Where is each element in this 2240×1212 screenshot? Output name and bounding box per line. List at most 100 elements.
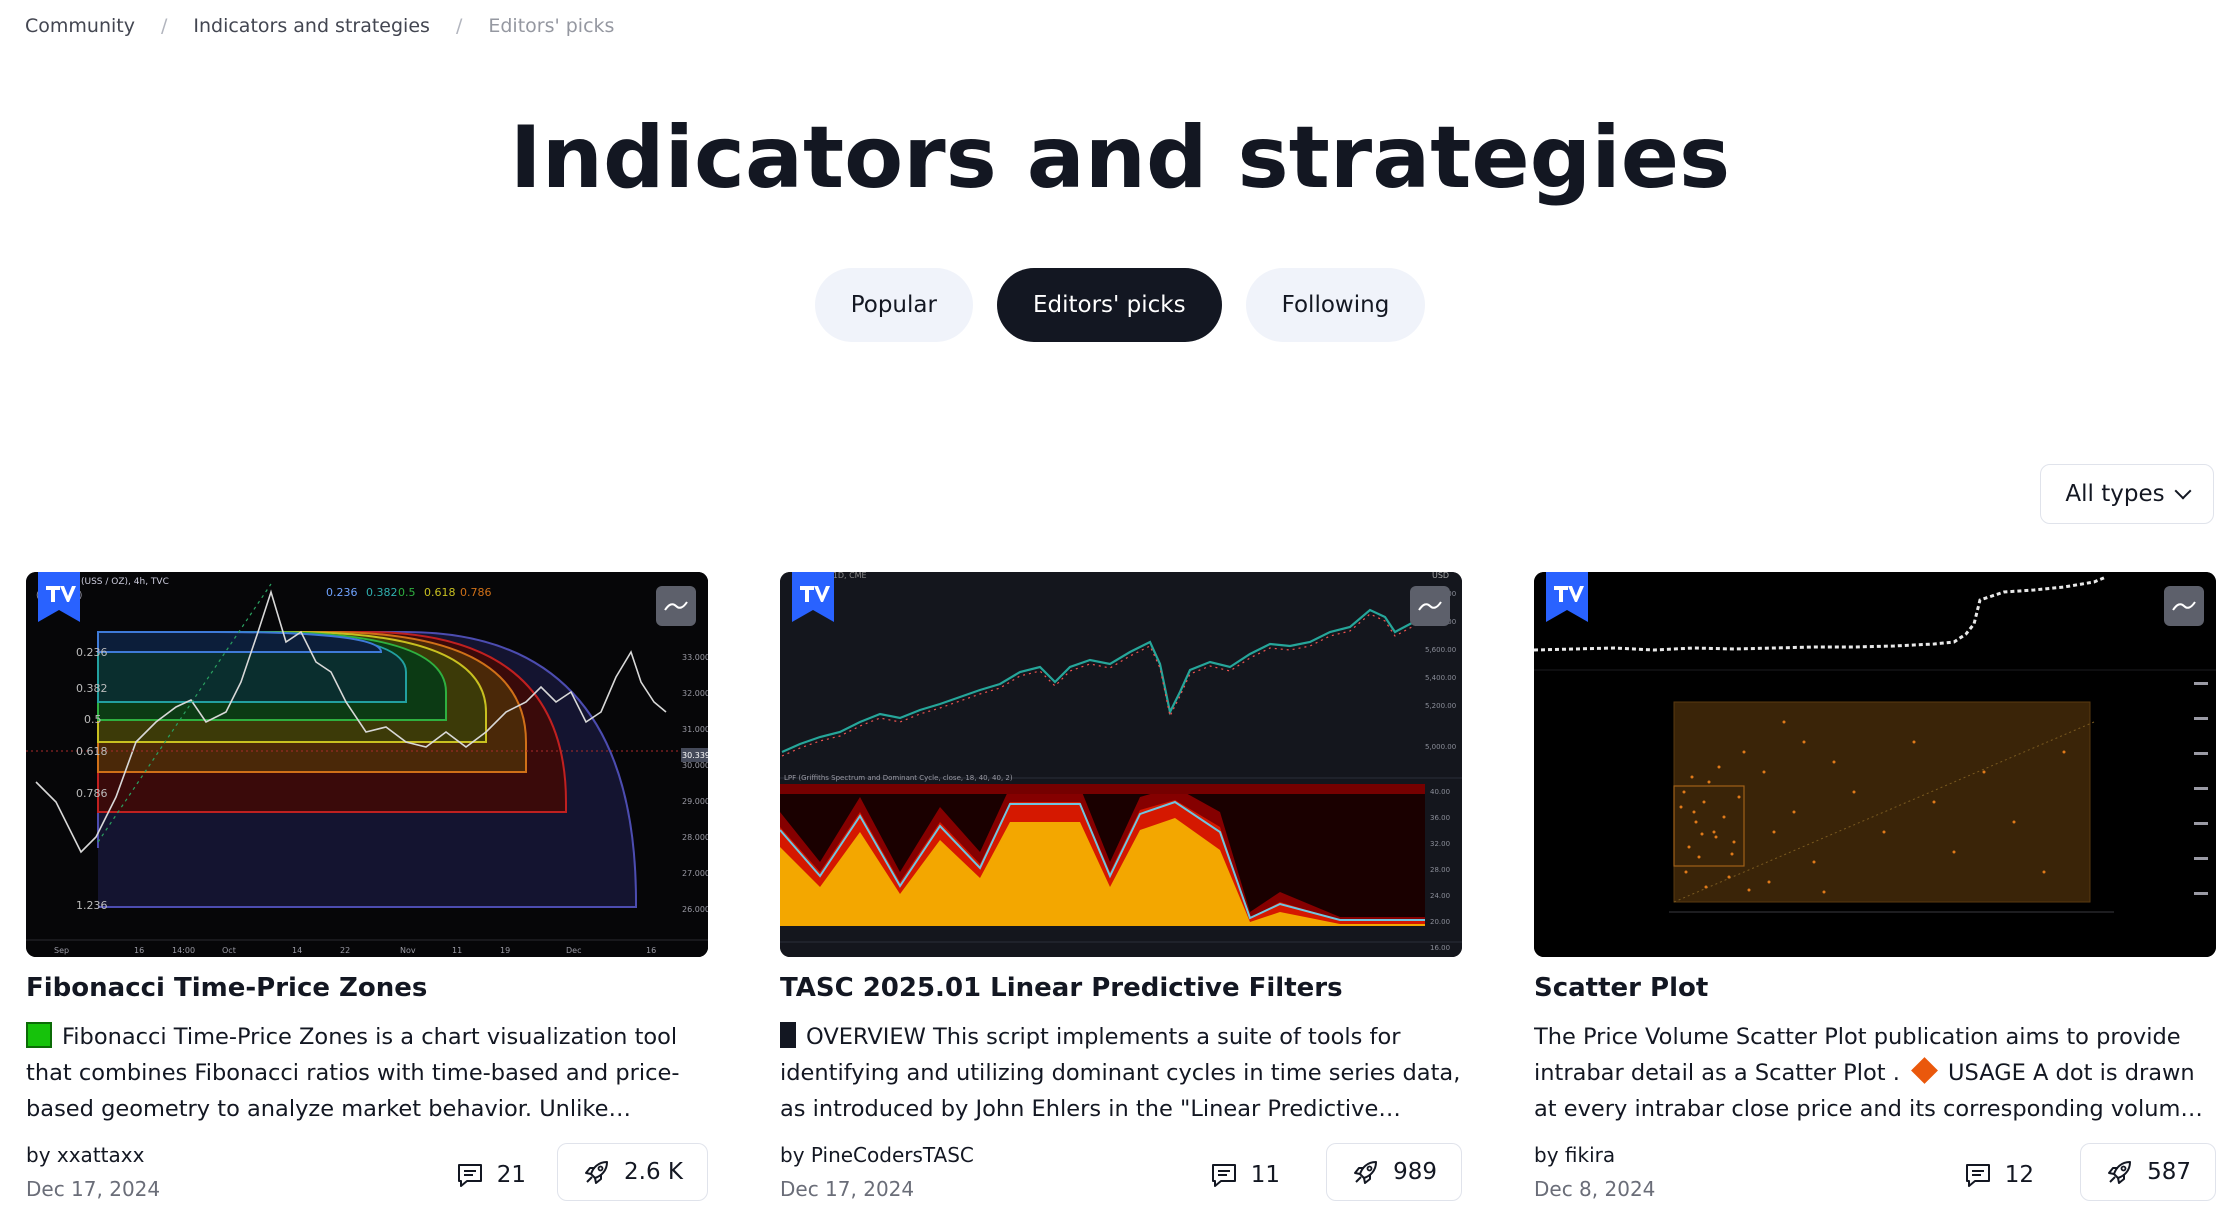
card-title[interactable]: Fibonacci Time-Price Zones <box>26 973 708 1003</box>
svg-text:33.0000: 33.0000 <box>682 653 708 662</box>
card-author[interactable]: by fikira <box>1534 1143 1615 1167</box>
card-title[interactable]: Scatter Plot <box>1534 973 2216 1003</box>
svg-text:5,400.00: 5,400.00 <box>1425 674 1456 682</box>
tradingview-logo-icon <box>792 572 834 622</box>
svg-text:0.618: 0.618 <box>76 745 108 758</box>
boost-count: 989 <box>1393 1159 1437 1185</box>
svg-text:31.0000: 31.0000 <box>682 725 708 734</box>
breadcrumb-separator: / <box>455 15 463 37</box>
green-square-icon <box>26 1022 52 1048</box>
svg-text:27.0000: 27.0000 <box>682 869 708 878</box>
card-footer: by fikira Dec 8, 2024 12 587 <box>1534 1143 2216 1207</box>
chevron-down-icon <box>2174 482 2192 500</box>
svg-text:24.00: 24.00 <box>1430 892 1450 900</box>
svg-text:16: 16 <box>134 946 144 955</box>
svg-text:28.00: 28.00 <box>1430 866 1450 874</box>
boost-button[interactable]: 989 <box>1326 1143 1462 1201</box>
card-description: OVERVIEW This script implements a suite … <box>780 1019 1462 1127</box>
breadcrumb-current: Editors' picks <box>488 15 615 37</box>
svg-text:5,600.00: 5,600.00 <box>1425 646 1456 654</box>
boost-button[interactable]: 587 <box>2080 1143 2216 1201</box>
comments-button[interactable]: 12 <box>1963 1155 2034 1195</box>
tab-bar: Popular Editors' picks Following <box>0 268 2240 342</box>
card-description-text: Fibonacci Time-Price Zones is a chart vi… <box>26 1024 680 1122</box>
chart-preview-button[interactable] <box>656 586 696 626</box>
svg-text:0.786: 0.786 <box>460 586 492 599</box>
breadcrumb-community[interactable]: Community <box>25 15 135 37</box>
chart-preview-button[interactable] <box>2164 586 2204 626</box>
rocket-icon <box>1354 1161 1378 1184</box>
svg-text:USD: USD <box>1432 572 1449 580</box>
card-title[interactable]: TASC 2025.01 Linear Predictive Filters <box>780 973 1462 1003</box>
chart-line-icon <box>2172 601 2196 611</box>
svg-text:1.236: 1.236 <box>76 899 108 912</box>
card-description: The Price Volume Scatter Plot publicatio… <box>1534 1019 2216 1127</box>
scatter-chart-image <box>1534 572 2216 957</box>
card-thumbnail[interactable] <box>1534 572 2216 957</box>
svg-text:(USS / OZ), 4h, TVC: (USS / OZ), 4h, TVC <box>81 577 169 587</box>
chart-line-icon <box>664 601 688 611</box>
svg-text:20.00: 20.00 <box>1430 918 1450 926</box>
svg-text:0.236: 0.236 <box>326 586 358 599</box>
card-description: Fibonacci Time-Price Zones is a chart vi… <box>26 1019 708 1127</box>
svg-text:32.0000: 32.0000 <box>682 689 708 698</box>
svg-text:26.0000: 26.0000 <box>682 905 708 914</box>
card-author[interactable]: by xxattaxx <box>26 1143 144 1167</box>
script-card-scatter: Scatter Plot The Price Volume Scatter Pl… <box>1534 572 2216 1207</box>
comments-button[interactable]: 11 <box>1209 1155 1280 1195</box>
tradingview-logo-icon <box>38 572 80 622</box>
breadcrumb-separator: / <box>160 15 168 37</box>
svg-text:19: 19 <box>500 946 510 955</box>
comments-count: 11 <box>1250 1162 1280 1188</box>
comment-icon <box>1965 1164 1990 1187</box>
card-thumbnail[interactable]: (USS / OZ), 4h, TVC (xxattaxx) 0.236 0.3… <box>26 572 708 957</box>
chart-preview-button[interactable] <box>1410 586 1450 626</box>
boost-button[interactable]: 2.6 K <box>557 1143 708 1201</box>
fibonacci-chart-image: (USS / OZ), 4h, TVC (xxattaxx) 0.236 0.3… <box>26 572 708 957</box>
svg-text:22: 22 <box>340 946 350 955</box>
svg-text:0.382: 0.382 <box>76 682 108 695</box>
type-filter-label: All types <box>2065 481 2165 507</box>
svg-text:14:00: 14:00 <box>172 946 195 955</box>
svg-text:36.00: 36.00 <box>1430 814 1450 822</box>
card-description-text: The Price Volume Scatter Plot publicatio… <box>1534 1024 2209 1122</box>
breadcrumb-indicators[interactable]: Indicators and strategies <box>193 15 430 37</box>
boost-count: 587 <box>2147 1159 2191 1185</box>
card-footer: by xxattaxx Dec 17, 2024 21 2.6 K <box>26 1143 708 1207</box>
svg-text:LPF (Griffiths Spectrum and Do: LPF (Griffiths Spectrum and Dominant Cyc… <box>784 774 1013 782</box>
svg-text:32.00: 32.00 <box>1430 840 1450 848</box>
card-date: Dec 8, 2024 <box>1534 1177 1656 1201</box>
svg-text:0.236: 0.236 <box>76 646 108 659</box>
type-filter-dropdown[interactable]: All types <box>2040 464 2214 524</box>
svg-text:5,200.00: 5,200.00 <box>1425 702 1456 710</box>
tab-following[interactable]: Following <box>1245 268 1426 342</box>
orange-diamond-icon <box>1911 1057 1938 1084</box>
tasc-chart-image: Futures, 1D, CME USD 6,000.00 5,800.00 5… <box>780 572 1462 957</box>
svg-text:Sep: Sep <box>54 946 69 955</box>
boost-count: 2.6 K <box>624 1159 683 1185</box>
comments-count: 21 <box>496 1162 526 1188</box>
card-author[interactable]: by PineCodersTASC <box>780 1143 974 1167</box>
svg-text:14: 14 <box>292 946 302 955</box>
comment-icon <box>1211 1164 1236 1187</box>
svg-text:Dec: Dec <box>566 946 581 955</box>
svg-text:0.618: 0.618 <box>424 586 456 599</box>
tab-popular[interactable]: Popular <box>814 268 973 342</box>
chart-line-icon <box>1418 601 1442 611</box>
comment-icon <box>457 1164 482 1187</box>
svg-text:30.3394: 30.3394 <box>682 751 708 760</box>
black-square-icon <box>780 1022 796 1048</box>
tab-editors-picks[interactable]: Editors' picks <box>996 268 1222 342</box>
svg-text:28.0000: 28.0000 <box>682 833 708 842</box>
page-title: Indicators and strategies <box>509 108 1731 208</box>
card-date: Dec 17, 2024 <box>26 1177 161 1201</box>
card-thumbnail[interactable]: Futures, 1D, CME USD 6,000.00 5,800.00 5… <box>780 572 1462 957</box>
rocket-icon <box>2108 1161 2132 1184</box>
svg-text:30.0000: 30.0000 <box>682 761 708 770</box>
svg-text:16.00: 16.00 <box>1430 944 1450 952</box>
svg-text:0.5: 0.5 <box>398 586 416 599</box>
comments-button[interactable]: 21 <box>455 1155 526 1195</box>
svg-text:0.786: 0.786 <box>76 787 108 800</box>
svg-text:0.382: 0.382 <box>366 586 398 599</box>
svg-text:29.0000: 29.0000 <box>682 797 708 806</box>
